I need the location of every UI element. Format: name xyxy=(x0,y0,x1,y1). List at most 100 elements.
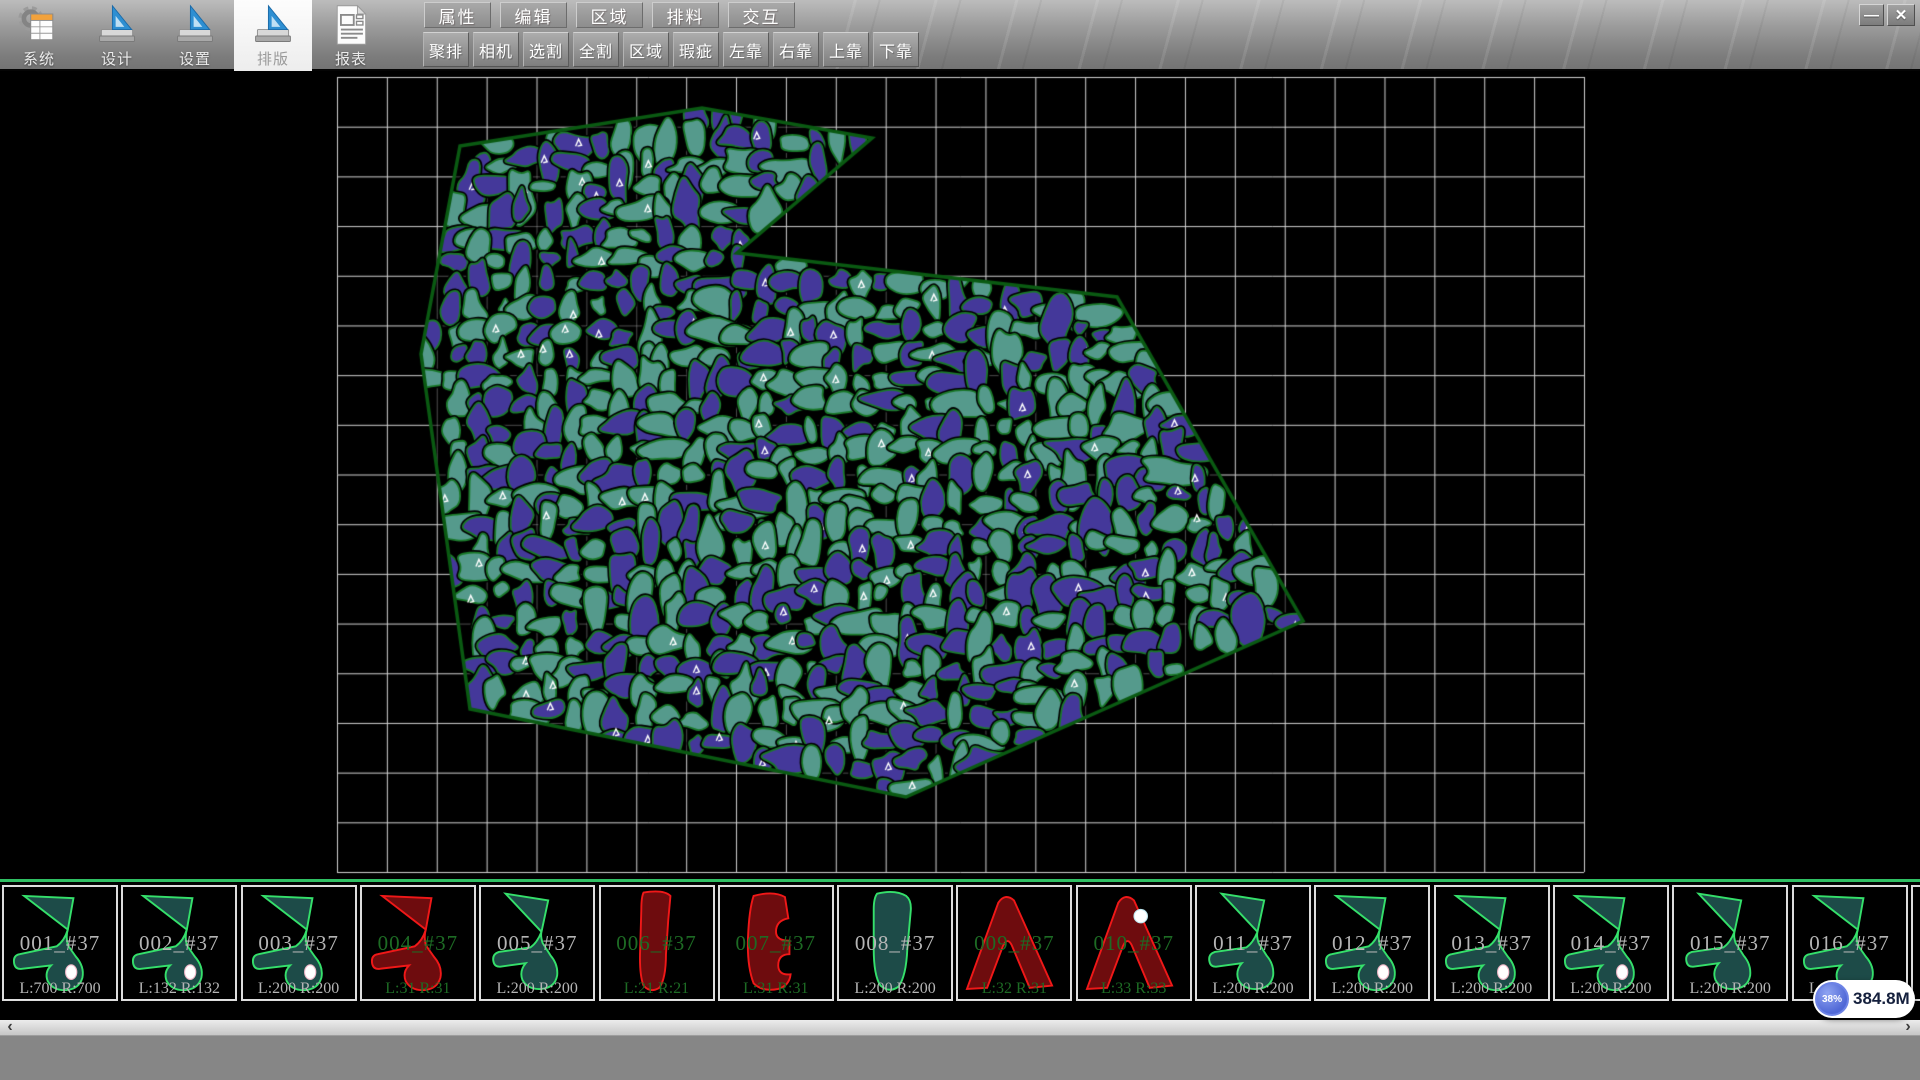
tool-button-9[interactable]: 上靠 xyxy=(823,32,869,67)
tool-button-1[interactable]: 聚排 xyxy=(423,32,469,67)
settings-icon xyxy=(173,3,217,47)
tool-button-7[interactable]: 左靠 xyxy=(723,32,769,67)
tool-button-10[interactable]: 下靠 xyxy=(873,32,919,67)
thumbnail-cell-14[interactable]: 014_#37 L:200 R:200 xyxy=(1553,885,1669,1001)
menu-item-1[interactable]: 属性 xyxy=(424,2,491,28)
piece-id-label: 017_#37 xyxy=(1913,931,1920,956)
piece-hole xyxy=(1378,965,1389,980)
app-tab-5[interactable]: 报表 xyxy=(312,0,390,71)
piece-lr-label: L:200 R:200 xyxy=(1197,980,1309,998)
tool-button-4[interactable]: 全割 xyxy=(573,32,619,67)
piece-id-label: 006_#37 xyxy=(601,931,713,956)
piece-id-label: 002_#37 xyxy=(123,931,235,956)
piece-id-label: 014_#37 xyxy=(1555,931,1667,956)
piece-hole xyxy=(185,965,196,980)
scroll-left-arrow-icon[interactable]: ‹ xyxy=(2,1019,18,1034)
menu-item-4[interactable]: 排料 xyxy=(652,2,719,28)
tool-button-8[interactable]: 右靠 xyxy=(773,32,819,67)
piece-hole xyxy=(1497,965,1508,980)
menu-bar: 属性编辑区域排料交互 xyxy=(424,2,804,30)
piece-id-label: 015_#37 xyxy=(1674,931,1786,956)
toolbar: 系统设计设置排版报表 属性编辑区域排料交互 聚排相机选割全割区域瑕疵左靠右靠上靠… xyxy=(0,0,1920,71)
piece-id-label: 016_#37 xyxy=(1794,931,1906,956)
piece-id-label: 011_#37 xyxy=(1197,931,1309,956)
menu-item-3[interactable]: 区域 xyxy=(576,2,643,28)
minimize-button[interactable]: — xyxy=(1859,4,1884,26)
piece-lr-label: L:33 R:33 xyxy=(1078,980,1190,998)
piece-lr-label: L:200 R:200 xyxy=(481,980,593,998)
progress-percent-badge: 38% xyxy=(1815,982,1849,1016)
menu-item-5[interactable]: 交互 xyxy=(728,2,795,28)
app-tab-label: 设计 xyxy=(101,48,133,69)
thumbnail-cell-11[interactable]: 011_#37 L:200 R:200 xyxy=(1195,885,1311,1001)
piece-lr-label: L:200 R:200 xyxy=(1674,980,1786,998)
piece-id-label: 005_#37 xyxy=(481,931,593,956)
thumbnail-cell-6[interactable]: 006_#37 L:21 R:21 xyxy=(599,885,715,1001)
menu-item-2[interactable]: 编辑 xyxy=(500,2,567,28)
piece-id-label: 001_#37 xyxy=(4,931,116,956)
close-button[interactable]: ✕ xyxy=(1887,4,1915,26)
tool-button-6[interactable]: 瑕疵 xyxy=(673,32,719,67)
piece-id-label: 004_#37 xyxy=(362,931,474,956)
piece-id-label: 012_#37 xyxy=(1316,931,1428,956)
status-bar xyxy=(0,1035,1920,1080)
app-tab-4[interactable]: 排版 xyxy=(234,0,312,71)
thumbnail-cell-15[interactable]: 015_#37 L:200 R:200 xyxy=(1672,885,1788,1001)
piece-id-label: 008_#37 xyxy=(839,931,951,956)
thumbnail-cell-10[interactable]: 010_#37 L:33 R:33 xyxy=(1076,885,1192,1001)
piece-lr-label: L:200 R:200 xyxy=(1436,980,1548,998)
thumbnail-cell-13[interactable]: 013_#37 L:200 R:200 xyxy=(1434,885,1550,1001)
piece-id-label: 007_#37 xyxy=(720,931,832,956)
piece-id-label: 010_#37 xyxy=(1078,931,1190,956)
thumbnail-cell-1[interactable]: 001_#37L:700 R:700 xyxy=(2,885,118,1001)
horizontal-scrollbar[interactable]: ‹ › xyxy=(0,1020,1920,1035)
thumbnail-cell-7[interactable]: 007_#37 L:31 R:31 xyxy=(718,885,834,1001)
piece-lr-label: L:200 R:200 xyxy=(1316,980,1428,998)
toolbar-texture xyxy=(800,0,1920,69)
piece-lr-label: L:200 R:200 xyxy=(839,980,951,998)
piece-lr-label: L:200 R:200 xyxy=(1555,980,1667,998)
app-tab-label: 系统 xyxy=(23,48,55,69)
design-icon xyxy=(95,3,139,47)
scroll-right-arrow-icon[interactable]: › xyxy=(1900,1019,1916,1034)
nesting-canvas[interactable] xyxy=(0,71,1920,879)
piece-id-label: 013_#37 xyxy=(1436,931,1548,956)
layout-icon xyxy=(251,3,295,47)
app-tab-2[interactable]: 设计 xyxy=(78,0,156,71)
thumbnail-cell-4[interactable]: 004_#37 L:31 R:31 xyxy=(360,885,476,1001)
thumbnail-cell-8[interactable]: 008_#37 L:200 R:200 xyxy=(837,885,953,1001)
thumbnail-cell-9[interactable]: 009_#37 L:32 R:31 xyxy=(956,885,1072,1001)
piece-lr-label: L:200 R:200 xyxy=(243,980,355,998)
piece-lr-label: L:132 R:132 xyxy=(123,980,235,998)
piece-thumbnail-strip: 001_#37L:700 R:700002_#37 L:132 R:132 003_… xyxy=(0,882,1920,1020)
piece-lr-label: L:32 R:31 xyxy=(958,980,1070,998)
app-tab-label: 设置 xyxy=(179,48,211,69)
tool-button-2[interactable]: 相机 xyxy=(473,32,519,67)
thumbnail-cell-2[interactable]: 002_#37 L:132 R:132 xyxy=(121,885,237,1001)
thumbnail-cell-3[interactable]: 003_#37 L:200 R:200 xyxy=(241,885,357,1001)
tool-button-3[interactable]: 选割 xyxy=(523,32,569,67)
tool-button-5[interactable]: 区域 xyxy=(623,32,669,67)
piece-lr-label: L:21 R:21 xyxy=(601,980,713,998)
app-tab-1[interactable]: 系统 xyxy=(0,0,78,71)
app-tab-label: 报表 xyxy=(335,48,367,69)
report-icon xyxy=(329,3,373,47)
app-tab-label: 排版 xyxy=(257,48,289,69)
piece-id-label: 003_#37 xyxy=(243,931,355,956)
app-tab-3[interactable]: 设置 xyxy=(156,0,234,71)
piece-hole xyxy=(66,965,77,980)
piece-hole xyxy=(1616,965,1627,980)
window-controls: — ✕ xyxy=(1856,4,1915,26)
piece-lr-label: L:31 R:31 xyxy=(720,980,832,998)
piece-lr-label: L:31 R:31 xyxy=(362,980,474,998)
thumbnail-cell-12[interactable]: 012_#37 L:200 R:200 xyxy=(1314,885,1430,1001)
tool-row: 聚排相机选割全割区域瑕疵左靠右靠上靠下靠 xyxy=(423,32,923,68)
piece-id-label: 009_#37 xyxy=(958,931,1070,956)
thumbnail-cell-17[interactable]: 017_#37L:200 R:200 xyxy=(1911,885,1920,1001)
piece-hole xyxy=(1134,909,1147,922)
progress-pill: 38% 384.8M xyxy=(1813,980,1915,1018)
system-icon xyxy=(17,3,61,47)
app-tabs: 系统 设计 设置 排版 报表 xyxy=(0,0,390,71)
memory-usage-label: 384.8M xyxy=(1853,980,1910,1018)
thumbnail-cell-5[interactable]: 005_#37 L:200 R:200 xyxy=(479,885,595,1001)
